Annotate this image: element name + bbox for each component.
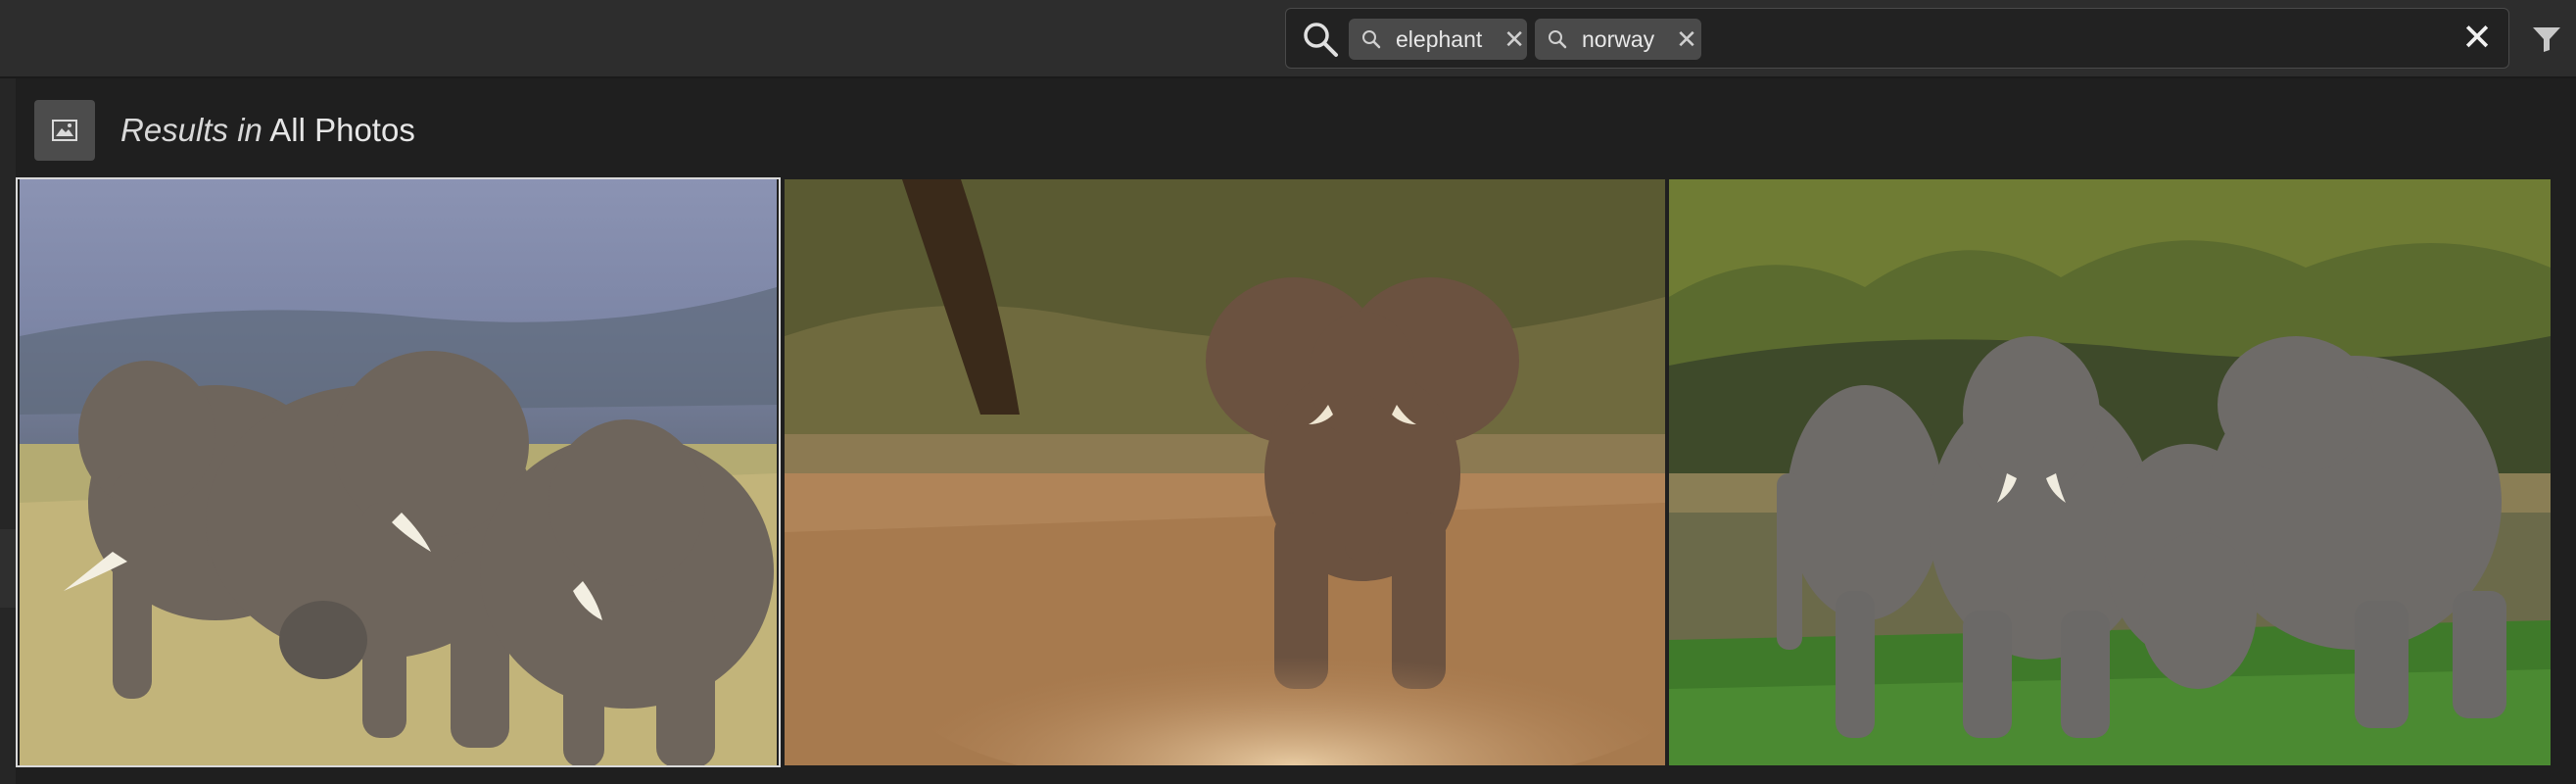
results-scope[interactable]: All Photos: [269, 112, 415, 148]
search-chip-elephant[interactable]: elephant ✕: [1349, 19, 1527, 60]
photo-thumbnail-herd-by-water[interactable]: [1669, 179, 2551, 765]
results-header: Results in All Photos: [34, 100, 415, 161]
left-panel-edge: [0, 78, 16, 784]
filter-icon[interactable]: [2532, 25, 2561, 53]
close-icon[interactable]: ✕: [1503, 24, 1525, 55]
top-bar: elephant ✕ norway ✕ ✕: [0, 0, 2576, 78]
close-icon[interactable]: ✕: [1676, 24, 1697, 55]
photo-thumbnail-charging-elephant[interactable]: [785, 179, 1665, 765]
search-icon: [1549, 30, 1567, 49]
chip-label: norway: [1582, 25, 1655, 52]
search-icon[interactable]: [1302, 21, 1339, 58]
results-prefix: Results in: [120, 112, 262, 148]
search-chip-norway[interactable]: norway ✕: [1535, 19, 1701, 60]
chip-label: elephant: [1396, 25, 1483, 52]
search-box[interactable]: elephant ✕ norway ✕ ✕: [1285, 8, 2509, 69]
search-icon: [1362, 30, 1381, 49]
photo-image: [20, 179, 777, 765]
photo-image: [1669, 179, 2551, 765]
photos-icon[interactable]: [34, 100, 95, 161]
results-title: Results in All Photos: [120, 112, 415, 149]
clear-search-button[interactable]: ✕: [2461, 19, 2493, 58]
photo-image: [785, 179, 1665, 765]
photo-thumbnail-elephant-herd[interactable]: [20, 179, 777, 765]
